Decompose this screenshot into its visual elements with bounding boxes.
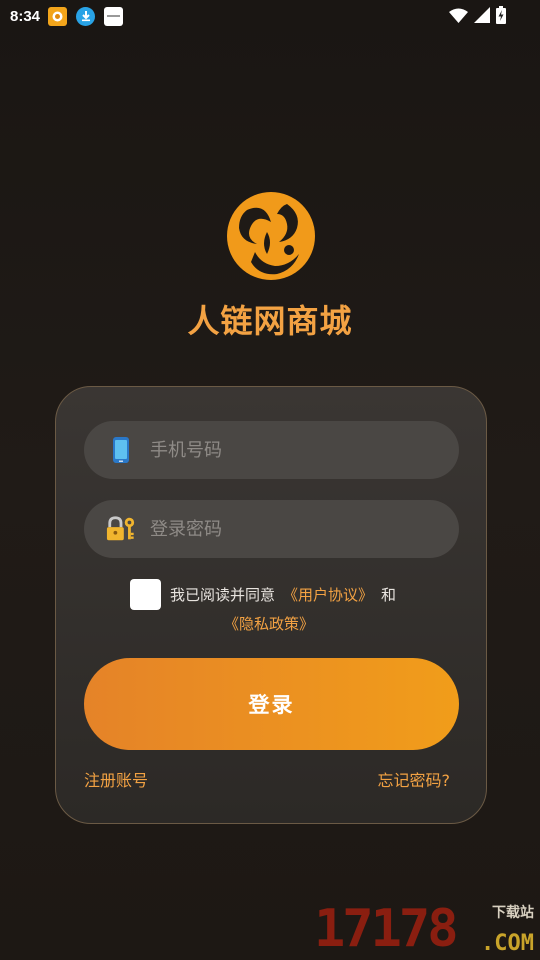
- and-text: 和: [381, 586, 397, 604]
- agreement-text: 我已阅读并同意: [170, 586, 276, 604]
- mobile-phone-icon: [106, 435, 136, 465]
- agreement-checkbox[interactable]: [130, 579, 161, 610]
- watermark-domain: .COM: [481, 931, 534, 956]
- phone-field[interactable]: [84, 421, 459, 479]
- signal-icon: [474, 7, 490, 23]
- lock-key-icon: [106, 514, 136, 544]
- login-card: 我已阅读并同意 《用户协议》 和 《隐私政策》 登录 注册账号 忘记密码?: [55, 386, 487, 824]
- app-notification-icon: [48, 6, 68, 26]
- status-icons: [449, 6, 506, 24]
- user-agreement-link[interactable]: 《用户协议》: [283, 584, 373, 605]
- password-input[interactable]: [150, 518, 430, 540]
- battery-icon: [496, 6, 506, 24]
- forgot-password-link[interactable]: 忘记密码?: [378, 767, 451, 791]
- app-title: 人链网商城: [187, 302, 353, 340]
- login-button[interactable]: 登录: [84, 658, 459, 750]
- privacy-policy-link[interactable]: 《隐私政策》: [224, 615, 314, 633]
- watermark: 17178 下载站 .COM: [314, 900, 536, 958]
- register-link[interactable]: 注册账号: [84, 767, 148, 791]
- status-bar: 8:34: [0, 0, 540, 32]
- privacy-row: 《隐私政策》: [224, 613, 314, 634]
- app-logo: [227, 192, 315, 280]
- wifi-icon: [449, 8, 468, 23]
- screenshot-notification-icon: [104, 6, 124, 26]
- watermark-tag: 下载站: [492, 905, 534, 921]
- status-time: 8:34: [10, 7, 41, 25]
- download-icon: [76, 6, 96, 26]
- phone-input[interactable]: [150, 439, 430, 461]
- password-field[interactable]: [84, 500, 459, 558]
- agreement-row: 我已阅读并同意 《用户协议》 和: [130, 579, 396, 610]
- watermark-number: 17178: [314, 899, 459, 959]
